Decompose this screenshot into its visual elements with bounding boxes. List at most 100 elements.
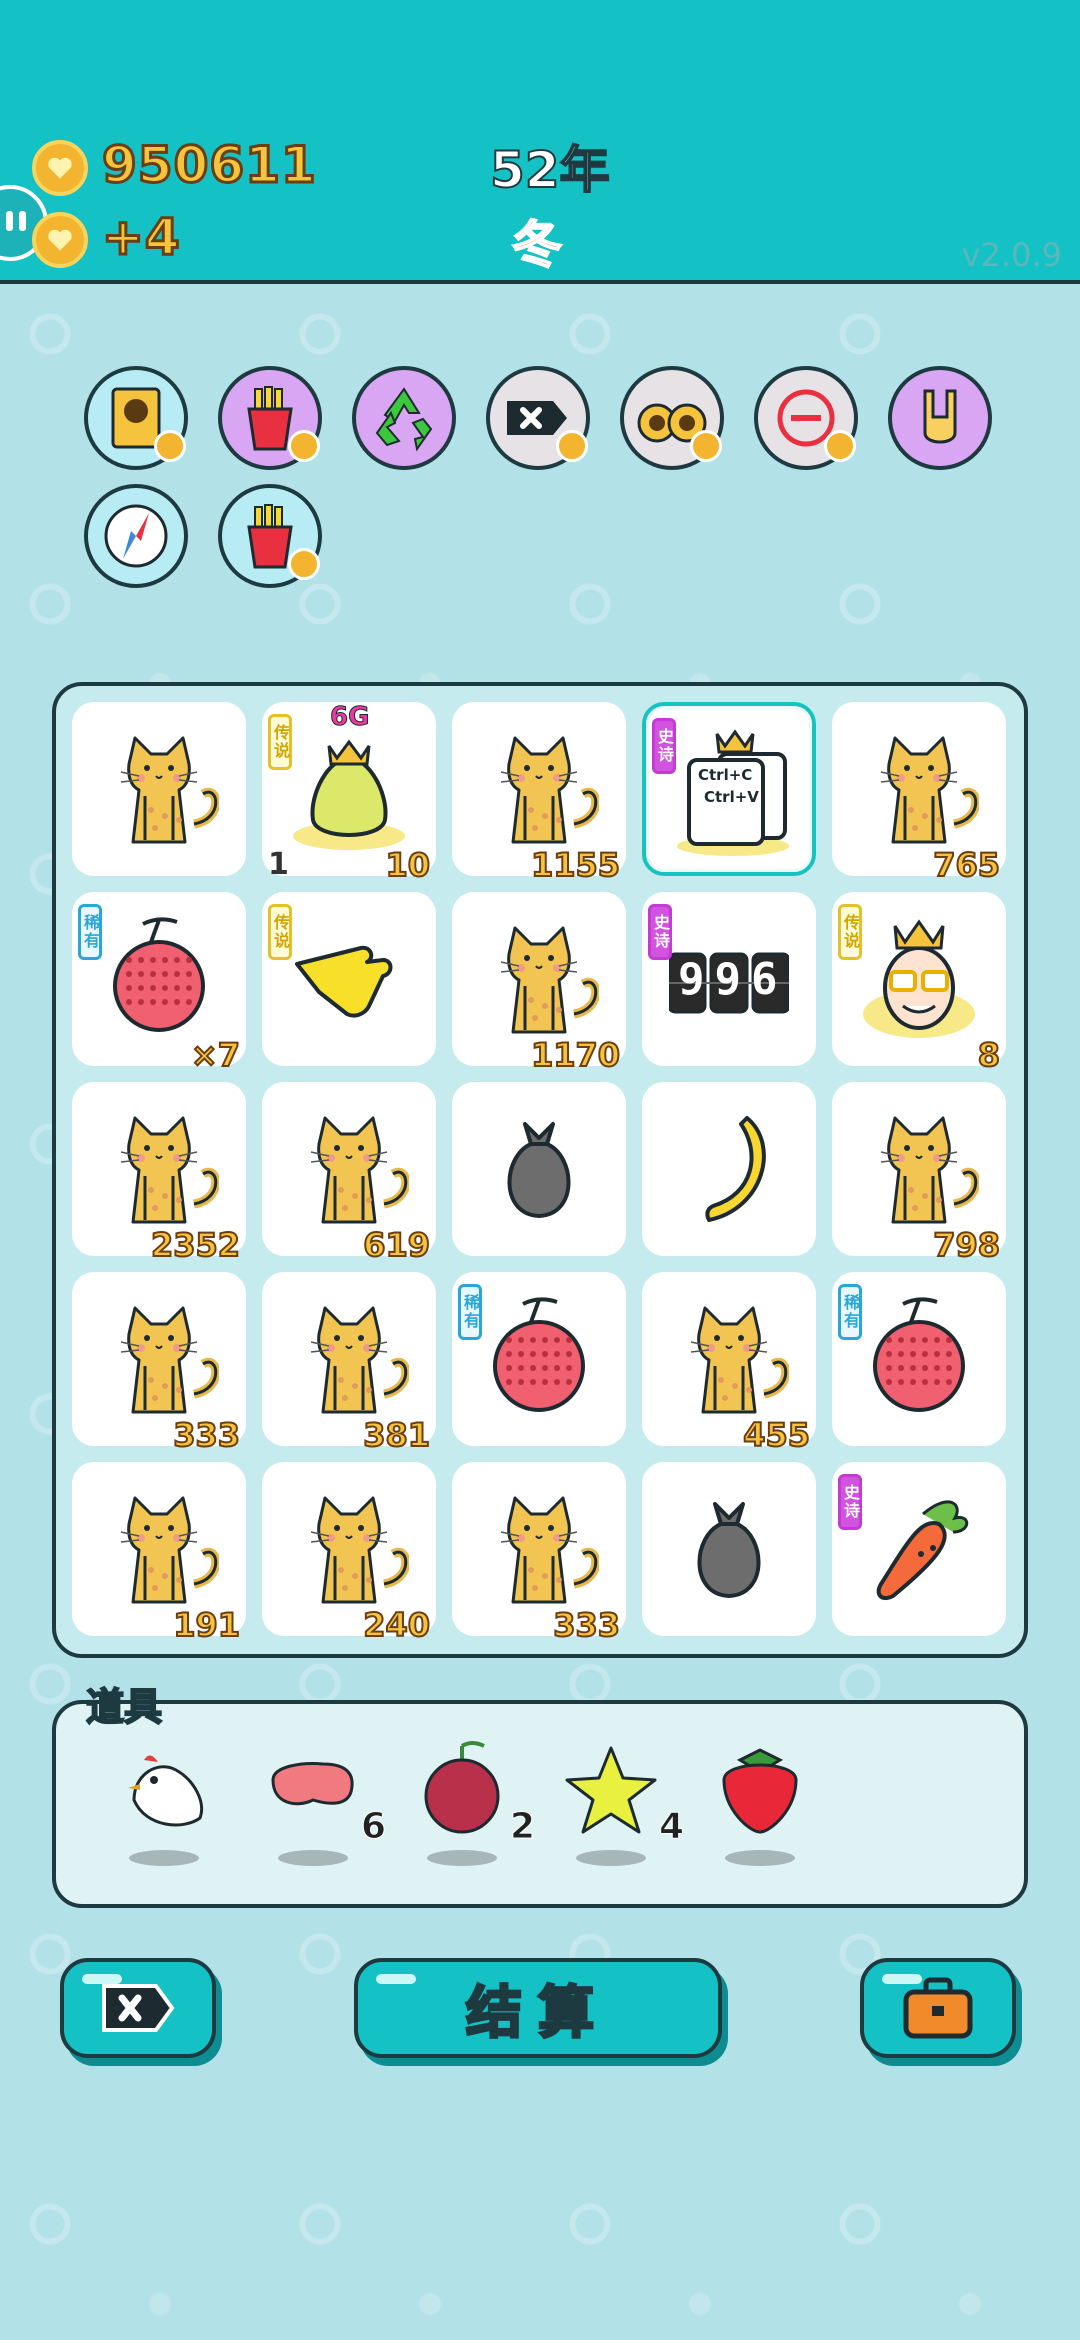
version-label: v2.0.9 <box>961 236 1062 274</box>
grid-cell-cat[interactable]: 240 <box>262 1462 436 1645</box>
coin-total: 950611 <box>101 135 318 196</box>
grid-cell-ctrl-cv[interactable]: 史诗 Ctrl+C Ctrl+V <box>642 702 816 876</box>
item-value: 765 <box>932 845 1001 885</box>
grid-cell-garbage-bag[interactable] <box>642 1462 816 1636</box>
garbage-bag-icon <box>507 1122 571 1218</box>
item-label: 996 <box>678 954 788 1005</box>
prop-shadow <box>725 1850 795 1866</box>
bayberry-icon <box>424 1741 500 1834</box>
cat-icon <box>500 926 599 1034</box>
prop-count: 4 <box>658 1806 685 1848</box>
cat-icon <box>880 736 979 844</box>
prop-count: 2 <box>509 1806 536 1848</box>
cat-icon <box>120 1496 219 1604</box>
rarity-tag: 传说 <box>268 904 292 960</box>
prop-shadow <box>427 1850 497 1866</box>
season-label: 冬 <box>511 215 563 275</box>
item-value: 8 <box>977 1035 1001 1075</box>
prop-star[interactable]: 4 <box>561 1740 685 1870</box>
grid-cell-pear-6g[interactable]: 传说 10 1 6G <box>262 702 436 885</box>
compass-icon <box>104 504 168 568</box>
prop-white-bird[interactable] <box>114 1740 224 1870</box>
item-value: 333 <box>172 1415 241 1455</box>
grid-cell-cat[interactable]: 333 <box>452 1462 626 1645</box>
rarity-tag: 史诗 <box>652 718 676 774</box>
grid-cell-counter-996[interactable]: 史诗 996 <box>642 892 816 1066</box>
props-title: 道具 <box>85 1684 163 1730</box>
grid-cell-cat[interactable]: 333 <box>72 1272 246 1455</box>
grid-cell-cat[interactable]: 1155 <box>452 702 626 885</box>
pear-6g-icon <box>293 739 405 850</box>
rarity-tag: 稀有 <box>838 1284 862 1340</box>
prop-liver[interactable]: 6 <box>263 1740 387 1870</box>
cat-icon <box>500 736 599 844</box>
grid-cell-carrot[interactable]: 史诗 <box>832 1462 1006 1636</box>
cat-icon <box>120 1306 219 1414</box>
delete-button[interactable] <box>60 1958 216 2058</box>
grid-cell-cat[interactable]: 1170 <box>452 892 626 1075</box>
rarity-tag: 传说 <box>268 714 292 770</box>
heart-coin-badge-icon <box>288 430 320 462</box>
garbage-bag-icon <box>697 1502 761 1598</box>
cat-icon <box>880 1116 979 1224</box>
grid-cell-lychee[interactable]: 稀有 <box>832 1272 1006 1446</box>
skill-compass[interactable] <box>84 484 188 588</box>
star-icon <box>565 1746 657 1834</box>
grid-cell-cat[interactable]: 455 <box>642 1272 816 1455</box>
prop-count: 6 <box>360 1806 387 1848</box>
cat-icon <box>690 1306 789 1414</box>
inventory-button[interactable] <box>860 1958 1016 2058</box>
item-label: Ctrl+C <box>698 766 753 784</box>
grid-cell-cat[interactable]: 798 <box>832 1082 1006 1265</box>
pointing-hand-icon <box>295 945 393 1018</box>
cat-icon <box>310 1496 409 1604</box>
cat-icon <box>310 1306 409 1414</box>
delete-tag-icon <box>102 1984 175 2032</box>
grid-cell-king-face[interactable]: 传说 8 <box>832 892 1006 1075</box>
year-label: 52年 <box>489 140 611 200</box>
recycle-icon <box>375 387 433 452</box>
white-bird-icon <box>128 1755 203 1827</box>
item-value: 240 <box>362 1605 431 1645</box>
grid-cell-cat[interactable]: 765 <box>832 702 1006 885</box>
cat-icon <box>120 736 219 844</box>
item-value: 798 <box>932 1225 1001 1265</box>
grid-cell-pointing-hand[interactable]: 传说 <box>262 892 436 1066</box>
prop-shadow <box>278 1850 348 1866</box>
rarity-tag: 史诗 <box>838 1474 862 1530</box>
grid-cell-cat[interactable]: 191 <box>72 1462 246 1645</box>
item-value: ×7 <box>190 1035 241 1075</box>
item-label-2: Ctrl+V <box>704 788 759 806</box>
heart-coin-badge-icon <box>288 548 320 580</box>
grid-cell-cat[interactable] <box>72 702 246 876</box>
heart-coin-badge-icon <box>154 430 186 462</box>
skill-recycle[interactable] <box>352 366 456 470</box>
grid-cell-banana[interactable] <box>642 1082 816 1256</box>
grid-cell-lychee[interactable]: 稀有 ×7 <box>72 892 246 1075</box>
grid-cell-cat[interactable]: 381 <box>262 1272 436 1455</box>
income-per-turn: +4 <box>101 207 182 268</box>
grid-cell-garbage-bag[interactable] <box>452 1082 626 1256</box>
rock-hand-icon <box>923 389 957 444</box>
prop-bayberry[interactable]: 2 <box>412 1740 536 1870</box>
grid-cell-lychee[interactable]: 稀有 <box>452 1272 626 1446</box>
skill-rock-hand[interactable] <box>888 366 992 470</box>
prop-shadow <box>576 1850 646 1866</box>
item-value: 1155 <box>530 845 621 885</box>
liver-icon <box>271 1762 354 1806</box>
carrot-icon <box>876 1500 969 1601</box>
grid-cell-cat[interactable]: 2352 <box>72 1082 246 1265</box>
prop-strawberry[interactable] <box>710 1740 820 1870</box>
coin-icon <box>32 140 88 196</box>
item-value: 10 <box>384 845 431 885</box>
rarity-tag: 稀有 <box>458 1284 482 1340</box>
settle-button-label: 结算 <box>465 1979 610 2047</box>
rarity-tag: 稀有 <box>78 904 102 960</box>
rarity-tag: 传说 <box>838 904 862 960</box>
grid-cell-cat[interactable]: 619 <box>262 1082 436 1265</box>
strawberry-icon <box>722 1748 798 1834</box>
cat-icon <box>500 1496 599 1604</box>
settle-button[interactable]: 结算 <box>354 1958 722 2058</box>
lychee-icon <box>113 917 205 1032</box>
king-face-icon <box>863 919 975 1038</box>
